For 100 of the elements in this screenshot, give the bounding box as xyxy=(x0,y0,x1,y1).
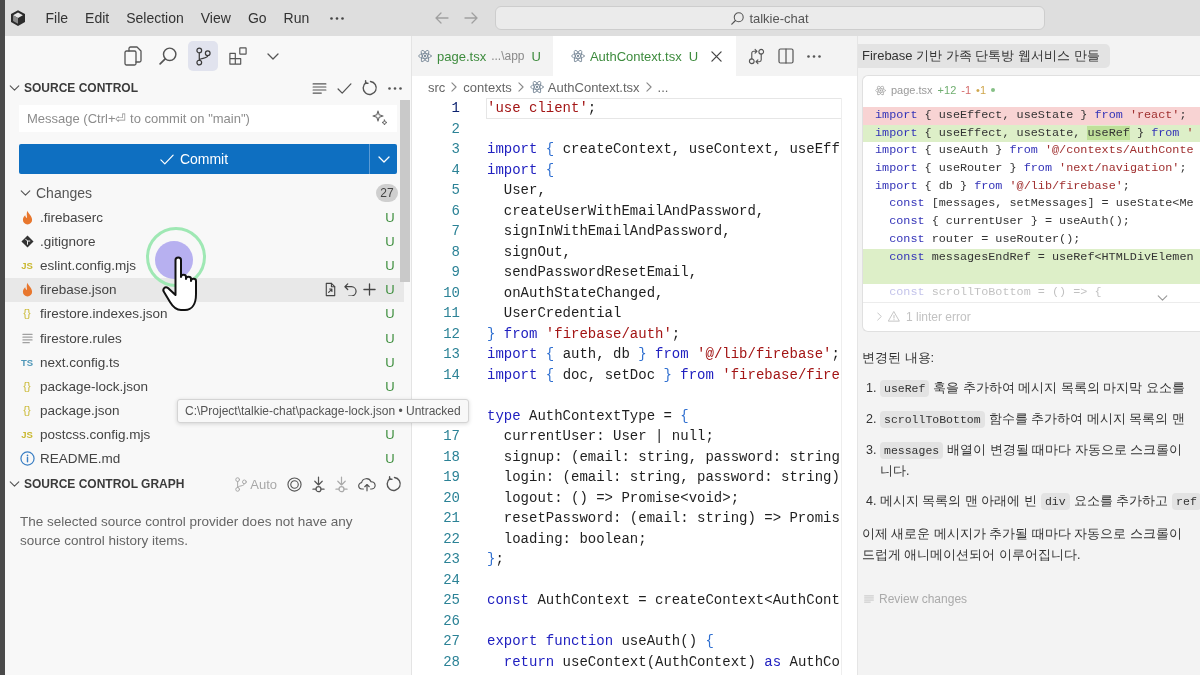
warning-icon xyxy=(888,311,900,323)
breadcrumb-item[interactable]: contexts xyxy=(463,79,512,95)
line-number: 14 xyxy=(442,365,460,385)
code-line: UserCredential xyxy=(502,304,622,324)
open-file-icon[interactable] xyxy=(323,282,338,298)
code-line: }; xyxy=(487,550,504,570)
code-line: currentUser: User | null; xyxy=(502,427,714,447)
commit-button[interactable]: Commit xyxy=(19,144,369,174)
check-icon xyxy=(159,153,174,165)
code-line: signInWithEmailAndPassword, xyxy=(502,222,731,242)
line-number: 1 xyxy=(450,99,460,119)
message-field[interactable]: Message (Ctrl+⏎ to commit on "main") xyxy=(19,105,397,132)
lines-icon xyxy=(21,332,33,344)
menu-item[interactable]: Selection xyxy=(117,7,193,29)
change-list-item[interactable]: firestore.rules U xyxy=(5,325,404,351)
activity-tab[interactable] xyxy=(188,41,218,71)
more-icon[interactable] xyxy=(807,54,822,58)
change-list-item[interactable]: TS next.config.ts U xyxy=(5,350,404,375)
line-number: 18 xyxy=(442,447,460,467)
menu-item[interactable]: Edit xyxy=(76,7,118,29)
git-status: U xyxy=(384,306,396,322)
git-status: U xyxy=(384,330,396,346)
editor-tab[interactable]: page.tsx ...\app U xyxy=(412,36,553,76)
line-number: 27 xyxy=(442,632,460,652)
group-label[interactable]: Changes xyxy=(36,185,93,201)
change-list-item[interactable]: JS postcss.config.mjs U xyxy=(5,422,404,447)
change-list-item[interactable]: firebase.json U xyxy=(5,277,404,302)
change-list-item[interactable]: .firebaserc U xyxy=(5,205,404,230)
more-icon[interactable] xyxy=(388,86,402,90)
code-line: const AuthContext = createContext<AuthCont xyxy=(487,591,840,611)
arrow-down-node-icon[interactable] xyxy=(335,475,348,493)
code-line: import { doc, setDoc } from 'firebase/fire xyxy=(487,365,840,385)
compare-icon[interactable] xyxy=(748,47,766,65)
breadcrumb-item[interactable]: AuthContext.tsx xyxy=(529,79,640,95)
line-number: 4 xyxy=(450,160,460,180)
cloud-upload-icon[interactable] xyxy=(358,476,376,492)
editor-tab[interactable]: AuthContext.tsx U xyxy=(552,36,737,76)
close-icon[interactable] xyxy=(711,50,723,62)
more-icon[interactable] xyxy=(329,16,344,20)
undo-icon[interactable] xyxy=(344,283,357,297)
diff-line: const { currentUser } = useAuth(); xyxy=(888,213,1131,231)
change-list-item[interactable]: {} firestore.indexes.json U xyxy=(5,301,404,326)
change-list-item[interactable]: {} package-lock.json U xyxy=(5,374,404,399)
breadcrumb-item[interactable]: src xyxy=(428,79,446,95)
line-number: 28 xyxy=(442,652,460,672)
list-item-text: useRef 훅을 추가하여 메시지 목록의 마지막 요소를 xyxy=(880,377,1185,399)
line-number: 19 xyxy=(442,468,460,488)
diff-line: const router = useRouter(); xyxy=(888,230,1082,248)
menu-item[interactable]: View xyxy=(192,7,240,29)
change-list-item[interactable]: .gitignore U xyxy=(5,229,404,254)
chevron-right-icon xyxy=(645,82,652,92)
split-editor-icon[interactable] xyxy=(778,48,795,64)
extensions-icon xyxy=(229,47,247,65)
chevron-down-icon[interactable] xyxy=(9,481,20,488)
diamond-icon xyxy=(20,234,34,248)
sparkle-icon[interactable] xyxy=(372,110,388,126)
chevron-down-icon xyxy=(377,155,390,163)
files-icon xyxy=(124,46,142,66)
list-view-icon[interactable] xyxy=(312,82,327,94)
code-line: loading: boolean; xyxy=(502,529,647,549)
change-list-item[interactable]: README.md U xyxy=(5,446,404,472)
chevron-right-icon xyxy=(517,82,524,92)
scrollbar-thumb[interactable] xyxy=(400,100,410,282)
line-number: 12 xyxy=(442,324,460,344)
chat-title: Firebase 기반 가족 단톡방 웹서비스 만들 xyxy=(858,44,1110,68)
diff-stat: -1 xyxy=(961,84,972,96)
plus-icon[interactable] xyxy=(363,283,376,297)
line-number: 5 xyxy=(450,181,460,201)
section-title: SOURCE CONTROL GRAPH xyxy=(24,477,185,492)
diff-card-title: page.tsx xyxy=(891,84,933,96)
list-item-text: messages 배열이 변경될 때마다 자동으로 스크롤이 니다. xyxy=(880,440,1183,480)
change-list-item[interactable]: {} package.json xyxy=(5,398,128,423)
chevron-down-icon[interactable] xyxy=(20,190,31,196)
change-list-item[interactable]: JS eslint.config.mjs U xyxy=(5,253,404,278)
git-status: U xyxy=(384,209,396,225)
check-icon[interactable] xyxy=(337,82,352,94)
search-icon xyxy=(159,47,177,65)
git-status: U xyxy=(384,451,396,467)
target-icon[interactable] xyxy=(287,476,302,492)
refresh-icon[interactable] xyxy=(386,476,402,493)
atom-icon xyxy=(875,84,886,96)
flame-icon xyxy=(21,209,33,225)
section-heading: 변경된 내용: xyxy=(862,348,935,367)
chevron-down-icon[interactable] xyxy=(267,52,279,60)
dot-icon xyxy=(991,88,995,92)
command-center[interactable]: talkie-chat xyxy=(495,6,1045,30)
refresh-icon[interactable] xyxy=(362,80,378,96)
arrow-down-node-icon[interactable] xyxy=(312,475,325,493)
menu-item[interactable]: File xyxy=(37,7,77,29)
menu-item[interactable]: Go xyxy=(239,7,276,29)
diff-stat: +12 xyxy=(937,84,957,96)
code-line: User, xyxy=(502,181,546,201)
source-control-icon xyxy=(195,46,211,66)
chevron-down-icon[interactable] xyxy=(9,85,20,91)
menu-item[interactable]: Run xyxy=(275,7,318,29)
list-number: 4. xyxy=(866,492,878,510)
breadcrumb-item[interactable]: ... xyxy=(657,79,669,95)
tooltip: C:\Project\talkie-chat\package-lock.json • Untracked xyxy=(177,399,469,423)
section-title: SOURCE CONTROL xyxy=(24,81,138,95)
diff-line: import { db } from '@/lib/firebase'; xyxy=(874,177,1131,195)
